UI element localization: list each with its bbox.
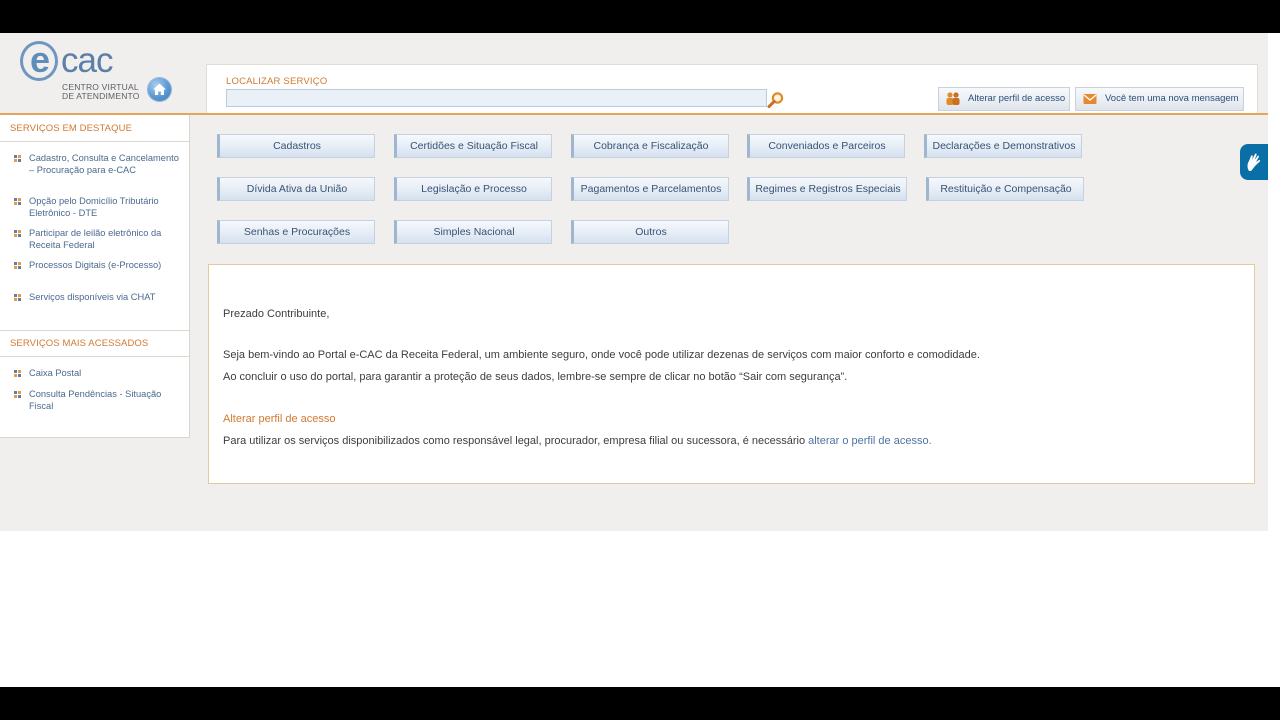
sidebar-item-label: Opção pelo Domicílio Tributário Eletrôni…	[29, 196, 159, 218]
category-legislacao-button[interactable]: Legislação e Processo	[394, 177, 552, 201]
category-divida-ativa-button[interactable]: Dívida Ativa da União	[217, 177, 375, 201]
sidebar-item-procuracao[interactable]: Cadastro, Consulta e Cancelamento – Proc…	[14, 153, 179, 176]
nova-mensagem-label: Você tem uma nova mensagem	[1105, 93, 1239, 104]
sidebar-item-label: Cadastro, Consulta e Cancelamento – Proc…	[29, 153, 179, 175]
category-cadastros-button[interactable]: Cadastros	[217, 134, 375, 158]
welcome-paragraph-3: Para utilizar os serviços disponibilizad…	[223, 435, 932, 447]
bullet-icon	[14, 370, 21, 377]
sidebar-item-label: Consulta Pendências - Situação Fiscal	[29, 389, 162, 411]
welcome-paragraph-3-text: Para utilizar os serviços disponibilizad…	[223, 435, 809, 447]
sidebar-item-e-processo[interactable]: Processos Digitais (e-Processo)	[14, 260, 179, 272]
nova-mensagem-button[interactable]: Você tem uma nova mensagem	[1075, 87, 1244, 111]
bullet-icon	[14, 155, 21, 162]
sidebar-item-leilao[interactable]: Participar de leilão eletrônico da Recei…	[14, 228, 179, 251]
ecac-logo[interactable]: e cac CENTRO VIRTUAL DE ATENDIMENTO	[20, 39, 139, 101]
category-regimes-button[interactable]: Regimes e Registros Especiais	[747, 177, 907, 201]
acessados-title: SERVIÇOS MAIS ACESSADOS	[10, 338, 149, 349]
search-label: LOCALIZAR SERVIÇO	[226, 76, 328, 87]
bullet-icon	[14, 198, 21, 205]
category-senhas-button[interactable]: Senhas e Procurações	[217, 220, 375, 244]
category-cobranca-button[interactable]: Cobrança e Fiscalização	[571, 134, 729, 158]
sidebar-divider	[0, 141, 189, 142]
header-divider	[0, 113, 1268, 115]
category-outros-button[interactable]: Outros	[571, 220, 729, 244]
category-pagamentos-button[interactable]: Pagamentos e Parcelamentos	[571, 177, 729, 201]
scroll-gutter	[1268, 33, 1280, 687]
accessibility-widget-button[interactable]	[1240, 144, 1268, 180]
category-conveniados-button[interactable]: Conveniados e Parceiros	[747, 134, 905, 158]
search-icon[interactable]	[767, 91, 785, 109]
alterar-perfil-link[interactable]: alterar o perfil de acesso.	[808, 435, 932, 447]
page-background: e cac CENTRO VIRTUAL DE ATENDIMENTO LOCA…	[0, 33, 1268, 531]
sidebar-item-label: Processos Digitais (e-Processo)	[29, 260, 162, 270]
sidebar-divider	[0, 356, 189, 357]
sidebar-item-chat[interactable]: Serviços disponíveis via CHAT	[14, 292, 179, 304]
category-declaracoes-button[interactable]: Declarações e Demonstrativos	[924, 134, 1082, 158]
destaque-title: SERVIÇOS EM DESTAQUE	[10, 123, 133, 134]
sidebar-item-label: Participar de leilão eletrônico da Recei…	[29, 228, 162, 250]
sidebar-item-dte[interactable]: Opção pelo Domicílio Tributário Eletrôni…	[14, 196, 179, 219]
sidebar: SERVIÇOS EM DESTAQUE Cadastro, Consulta …	[0, 115, 190, 438]
envelope-icon	[1082, 91, 1098, 107]
alterar-perfil-button[interactable]: Alterar perfil de acesso	[938, 87, 1070, 111]
bullet-icon	[14, 391, 21, 398]
sidebar-item-pendencias[interactable]: Consulta Pendências - Situação Fiscal	[14, 389, 179, 412]
bullet-icon	[14, 230, 21, 237]
sidebar-item-caixa-postal[interactable]: Caixa Postal	[14, 368, 179, 380]
sidebar-divider	[0, 330, 189, 331]
bullet-icon	[14, 294, 21, 301]
alterar-perfil-heading: Alterar perfil de acesso	[223, 413, 336, 425]
alterar-perfil-label: Alterar perfil de acesso	[968, 93, 1066, 104]
welcome-paragraph-2: Ao concluir o uso do portal, para garant…	[223, 371, 848, 383]
category-certidoes-button[interactable]: Certidões e Situação Fiscal	[394, 134, 552, 158]
logo-e-letter: e	[29, 39, 51, 80]
header-bar: LOCALIZAR SERVIÇO Alterar perfil de aces…	[206, 64, 1258, 114]
sidebar-item-label: Caixa Postal	[29, 368, 82, 378]
sign-language-hands-icon	[1247, 153, 1261, 171]
category-restituicao-button[interactable]: Restituição e Compensação	[926, 177, 1084, 201]
browser-viewport: e cac CENTRO VIRTUAL DE ATENDIMENTO LOCA…	[0, 33, 1280, 687]
category-simples-button[interactable]: Simples Nacional	[394, 220, 552, 244]
welcome-paragraph-1: Seja bem-vindo ao Portal e-CAC da Receit…	[223, 349, 980, 361]
users-icon	[945, 91, 961, 107]
home-icon[interactable]	[148, 78, 171, 101]
sidebar-item-label: Serviços disponíveis via CHAT	[29, 292, 156, 302]
search-input[interactable]	[226, 89, 767, 107]
bullet-icon	[14, 262, 21, 269]
welcome-greeting: Prezado Contribuinte,	[223, 308, 330, 320]
logo-wordmark: cac	[61, 41, 113, 80]
logo-subtitle-line2: DE ATENDIMENTO	[62, 91, 140, 101]
welcome-panel: Prezado Contribuinte, Seja bem-vindo ao …	[208, 264, 1255, 484]
